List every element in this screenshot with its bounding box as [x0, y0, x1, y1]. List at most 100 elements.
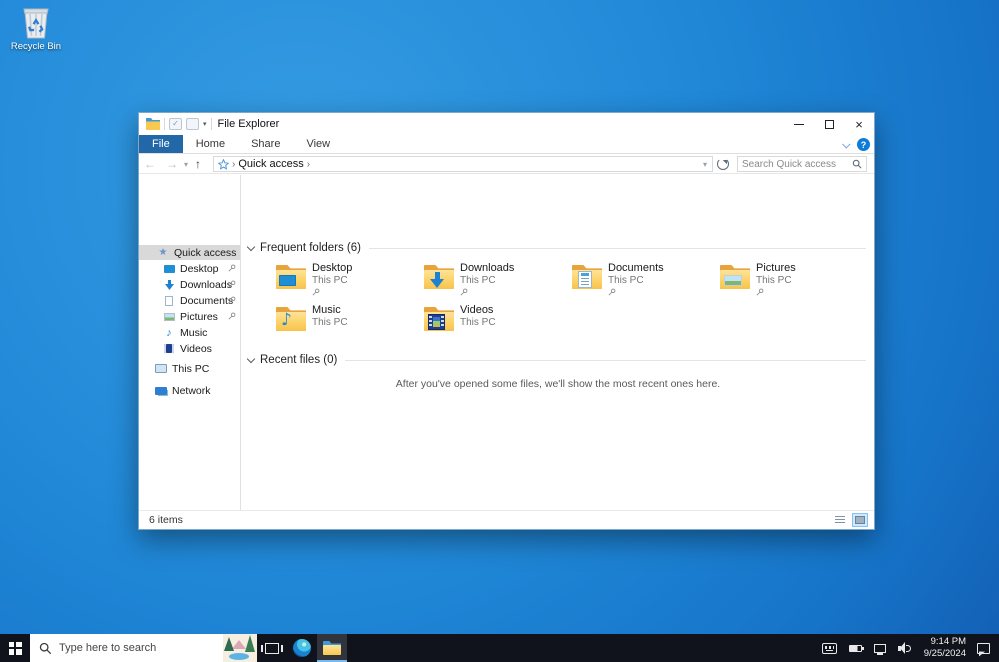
title-bar: ✓ ▾ File Explorer × [139, 113, 874, 135]
touch-keyboard-button[interactable] [816, 634, 843, 662]
download-icon [163, 279, 175, 290]
sidebar-item-pictures[interactable]: Pictures [139, 309, 240, 324]
start-button[interactable] [0, 634, 30, 662]
tab-share[interactable]: Share [238, 135, 293, 153]
folder-tile-videos[interactable]: Videos This PC [424, 304, 570, 344]
section-frequent-folders: Frequent folders (6) [246, 241, 866, 255]
folder-tile-pictures[interactable]: Pictures This PC [720, 262, 866, 302]
sidebar-item-network[interactable]: Network [139, 383, 240, 398]
taskbar-clock[interactable]: 9:14 PM 9/25/2024 [918, 636, 972, 660]
tab-file[interactable]: File [139, 135, 183, 153]
desktop-surface[interactable]: Recycle Bin ✓ ▾ File Explorer × File Hom… [0, 0, 999, 662]
pin-icon [756, 288, 764, 296]
up-button[interactable]: ↑ [189, 157, 207, 171]
minimize-button[interactable] [784, 113, 814, 135]
folder-icon [276, 263, 306, 291]
folder-icon [720, 263, 750, 291]
section-recent-files: Recent files (0) [246, 353, 866, 367]
sidebar-item-desktop[interactable]: Desktop [139, 261, 240, 276]
window-title: File Explorer [217, 118, 280, 130]
task-view-icon [261, 642, 283, 654]
properties-button[interactable]: ✓ [169, 118, 182, 130]
sidebar-item-this-pc[interactable]: This PC [139, 361, 240, 376]
breadcrumb-chevron[interactable]: › [307, 159, 310, 170]
status-bar: 6 items [139, 510, 874, 529]
maximize-button[interactable] [814, 113, 844, 135]
windows-logo-icon [8, 641, 22, 655]
large-icons-view-button[interactable] [852, 513, 868, 527]
close-button[interactable]: × [844, 113, 874, 135]
star-icon: ★ [158, 247, 168, 258]
folder-tile-music[interactable]: ♪ Music This PC [276, 304, 422, 344]
system-tray: 9:14 PM 9/25/2024 [816, 634, 999, 662]
collapse-section-icon[interactable] [246, 242, 256, 252]
refresh-icon[interactable] [717, 158, 730, 170]
toolbar-separator [164, 118, 165, 130]
breadcrumb[interactable]: Quick access [238, 158, 303, 170]
section-rule [345, 359, 866, 361]
toolbar-separator [210, 118, 212, 130]
folder-icon [424, 263, 454, 291]
address-field[interactable]: › Quick access › ▾ [213, 156, 714, 172]
pin-icon [228, 264, 236, 272]
forward-button[interactable]: → [161, 157, 183, 171]
collapse-section-icon[interactable] [246, 354, 256, 364]
explorer-app-icon [146, 118, 160, 130]
customize-toolbar-dropdown[interactable]: ▾ [203, 120, 207, 128]
folder-tile-desktop[interactable]: Desktop This PC [276, 262, 422, 302]
navigation-pane: ★ Quick access Desktop Downloads Documen… [139, 175, 241, 510]
pin-icon [608, 288, 616, 296]
monitor-icon [163, 264, 175, 273]
expand-ribbon-icon[interactable] [842, 139, 851, 149]
sidebar-item-videos[interactable]: Videos [139, 341, 240, 356]
volume-tray-button[interactable] [892, 634, 918, 662]
battery-icon [848, 644, 864, 652]
folder-tile-documents[interactable]: Documents This PC [572, 262, 718, 302]
file-explorer-icon [323, 641, 341, 655]
recycle-bin-label: Recycle Bin [10, 41, 62, 52]
search-highlights-image[interactable] [223, 634, 257, 662]
search-box[interactable] [737, 156, 868, 172]
action-center-icon[interactable] [977, 642, 990, 654]
file-explorer-taskbar-button[interactable] [317, 634, 347, 662]
sidebar-item-downloads[interactable]: Downloads [139, 277, 240, 292]
details-view-button[interactable] [832, 513, 848, 527]
sidebar-item-documents[interactable]: Documents [139, 293, 240, 308]
item-count: 6 items [149, 514, 183, 526]
music-icon: ♪ [166, 326, 172, 339]
task-view-button[interactable] [257, 634, 287, 662]
quick-access-toolbar: ✓ ▾ [139, 118, 212, 130]
tab-home[interactable]: Home [183, 135, 238, 153]
folder-icon: ♪ [276, 305, 306, 333]
taskbar-search-box[interactable] [30, 634, 257, 662]
edge-icon [293, 639, 311, 657]
pin-icon [228, 296, 236, 304]
help-button[interactable]: ? [857, 138, 870, 151]
search-input[interactable] [742, 158, 853, 170]
recycle-bin-shortcut[interactable]: Recycle Bin [4, 4, 68, 56]
search-icon [852, 159, 862, 169]
touch-keyboard-icon [821, 642, 837, 654]
ribbon-tab-strip: File Home Share View ? [139, 135, 874, 154]
back-button[interactable]: ← [139, 157, 161, 171]
computer-icon [155, 364, 167, 373]
tab-view[interactable]: View [293, 135, 343, 153]
search-icon [39, 642, 52, 654]
document-icon [163, 295, 175, 306]
network-tray-button[interactable] [868, 634, 892, 662]
battery-tray-button[interactable] [843, 634, 868, 662]
address-bar: ← → ▾ ↑ › Quick access › ▾ [139, 155, 874, 174]
sidebar-item-quick-access[interactable]: ★ Quick access [139, 245, 240, 260]
pin-icon [228, 280, 236, 288]
address-dropdown[interactable]: ▾ [702, 160, 708, 169]
recent-files-empty-message: After you've opened some files, we'll sh… [395, 378, 721, 390]
folder-tile-downloads[interactable]: Downloads This PC [424, 262, 570, 302]
sidebar-item-music[interactable]: ♪ Music [139, 325, 240, 340]
pin-icon [460, 288, 468, 296]
recycle-bin-icon [23, 8, 49, 39]
quick-access-star-icon [218, 158, 230, 170]
new-folder-button[interactable] [186, 118, 199, 130]
clock-time: 9:14 PM [930, 636, 966, 648]
edge-taskbar-button[interactable] [287, 634, 317, 662]
taskbar: 9:14 PM 9/25/2024 [0, 634, 999, 662]
